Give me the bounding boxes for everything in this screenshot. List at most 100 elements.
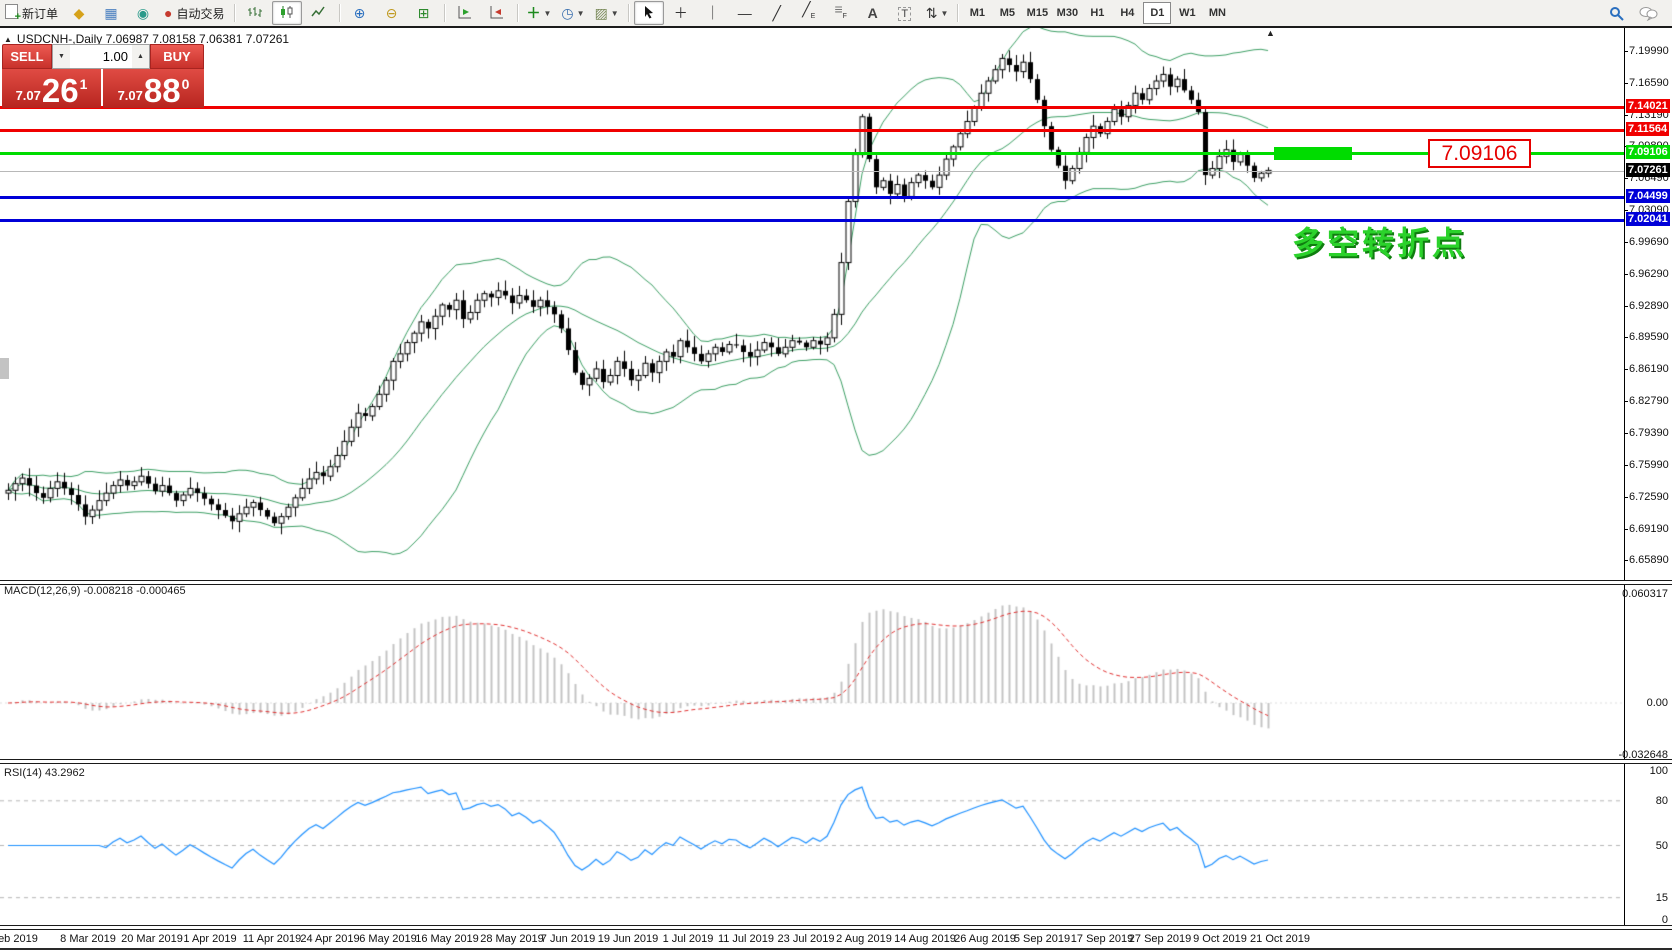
date-axis[interactable]: 6 Feb 20198 Mar 201920 Mar 20191 Apr 201…: [0, 928, 1672, 950]
price-tick-label: 6.99690: [1629, 236, 1669, 248]
one-click-trade-panel: SELL ▼ 1.00 ▲ BUY 7.07 26 1 7.07 88 0: [2, 44, 204, 108]
tile-windows-icon: ⊞: [418, 6, 430, 21]
arrows-icon: ⇅: [926, 6, 938, 21]
tile-windows-button[interactable]: ⊞: [409, 1, 439, 25]
line-chart-button[interactable]: [304, 1, 334, 25]
level-line-7.07261[interactable]: [0, 171, 1624, 172]
new-order-button[interactable]: +新订单: [1, 1, 62, 25]
auto-scroll-button[interactable]: [450, 1, 480, 25]
rsi-tick-label: 0: [1662, 914, 1668, 926]
chart-shift-button[interactable]: [482, 1, 512, 25]
cursor-button[interactable]: [634, 1, 664, 25]
collapse-arrow-icon[interactable]: ▲: [4, 35, 12, 44]
price-tick-label: 7.19990: [1629, 45, 1669, 57]
chevron-down-icon[interactable]: ▼: [611, 9, 619, 18]
price-callout-box[interactable]: 7.09106: [1428, 139, 1531, 168]
price-tick-label: 7.16590: [1629, 77, 1669, 89]
toolbar-separator: [957, 4, 958, 22]
equidistant-channel-button[interactable]: ╱E: [794, 1, 824, 25]
market-watch-button[interactable]: ◆: [64, 1, 94, 25]
auto-trading-label: 自动交易: [176, 5, 224, 22]
macd-canvas[interactable]: [0, 583, 1624, 759]
scroll-to-end-icon[interactable]: ▲: [1266, 28, 1275, 38]
rsi-tick-label: 100: [1650, 765, 1668, 777]
timeframe-m15-button[interactable]: M15: [1023, 2, 1051, 24]
main-toolbar: +新订单◆▦◉●自动交易⊕⊖⊞＋▼◷▼▨▼＋｜—╱╱E≡FAT⇅▼M1M5M15…: [0, 0, 1672, 28]
chevron-down-icon[interactable]: ▼: [544, 9, 552, 18]
price-tick-label: 6.89590: [1629, 331, 1669, 343]
templates-button[interactable]: ▨▼: [591, 1, 623, 25]
trendline-button[interactable]: ╱: [762, 1, 792, 25]
price-tick-label: 6.75990: [1629, 459, 1669, 471]
rsi-label: RSI(14) 43.2962: [4, 767, 85, 779]
date-tick-label: 17 Sep 2019: [1071, 933, 1133, 945]
price-tick-mark: [1625, 369, 1628, 370]
buy-price-display[interactable]: 7.07 88 0: [103, 69, 204, 108]
timeframe-m1-button[interactable]: M1: [963, 2, 991, 24]
text-label-button[interactable]: T: [890, 1, 920, 25]
market-watch-icon: ◆: [74, 6, 85, 21]
level-line-7.14021[interactable]: [0, 106, 1624, 109]
vertical-line-button[interactable]: ｜: [698, 1, 728, 25]
price-tick-mark: [1625, 433, 1628, 434]
chat-button[interactable]: [1633, 1, 1663, 25]
macd-tick-label: 0.060317: [1622, 588, 1668, 600]
rsi-canvas[interactable]: [0, 763, 1624, 925]
sell-button[interactable]: SELL: [2, 44, 52, 69]
bar-chart-button[interactable]: [240, 1, 270, 25]
bar-chart-icon: [247, 5, 262, 22]
zoom-in-button[interactable]: ⊕: [345, 1, 375, 25]
rsi-tick-label: 15: [1656, 892, 1668, 904]
timeframe-d1-button[interactable]: D1: [1143, 2, 1171, 24]
green-rectangle-annotation[interactable]: [1274, 147, 1352, 160]
date-tick-label: 8 Mar 2019: [60, 933, 116, 945]
timeframe-h1-button[interactable]: H1: [1083, 2, 1111, 24]
candlestick-chart-button[interactable]: [272, 1, 302, 25]
timeframe-m5-button[interactable]: M5: [993, 2, 1021, 24]
horizontal-line-button[interactable]: —: [730, 1, 760, 25]
chart-shift-icon: [489, 5, 504, 22]
volume-decrease-button[interactable]: ▼: [53, 45, 70, 68]
level-line-7.11564[interactable]: [0, 129, 1624, 132]
timeframe-mn-button[interactable]: MN: [1203, 2, 1231, 24]
toolbar-separator: [444, 4, 445, 22]
toolbar-separator: [517, 4, 518, 22]
text-button[interactable]: A: [858, 1, 888, 25]
fibonacci-button[interactable]: ≡F: [826, 1, 856, 25]
timeframe-m30-button[interactable]: M30: [1053, 2, 1081, 24]
chevron-down-icon[interactable]: ▼: [940, 9, 948, 18]
timeframe-h4-button[interactable]: H4: [1113, 2, 1141, 24]
search-button[interactable]: [1601, 1, 1631, 25]
price-tick-mark: [1625, 560, 1628, 561]
sell-price-display[interactable]: 7.07 26 1: [2, 69, 101, 108]
arrows-button[interactable]: ⇅▼: [922, 1, 953, 25]
new-order-icon: +: [5, 4, 18, 22]
volume-input[interactable]: 1.00: [70, 45, 132, 68]
volume-increase-button[interactable]: ▲: [132, 45, 149, 68]
price-axis[interactable]: 7.199907.165907.131907.098907.064907.030…: [1624, 28, 1672, 925]
chevron-down-icon[interactable]: ▼: [577, 9, 585, 18]
auto-trading-button[interactable]: ●自动交易: [160, 1, 228, 25]
macd-panel-separator[interactable]: [0, 580, 1672, 585]
price-tick-mark: [1625, 178, 1628, 179]
chart-window[interactable]: 7.199907.165907.131907.098907.064907.030…: [0, 28, 1672, 952]
indicators-button[interactable]: ＋▼: [523, 1, 556, 25]
timeframe-w1-button[interactable]: W1: [1173, 2, 1201, 24]
buy-price-big: 88: [144, 76, 181, 106]
price-tick-mark: [1625, 115, 1628, 116]
rsi-panel-separator[interactable]: [0, 759, 1672, 764]
buy-button[interactable]: BUY: [150, 44, 204, 69]
chinese-annotation[interactable]: 多空转折点: [1292, 218, 1467, 264]
data-window-button[interactable]: ▦: [96, 1, 126, 25]
crosshair-button[interactable]: ＋: [666, 1, 696, 25]
price-tick-mark: [1625, 529, 1628, 530]
horizontal-line-icon: —: [738, 6, 752, 21]
navigator-button[interactable]: ◉: [128, 1, 158, 25]
volume-stepper: ▼ 1.00 ▲: [52, 44, 150, 69]
level-badge-7.11564: 7.11564: [1626, 122, 1669, 136]
price-chart-canvas[interactable]: [0, 28, 1624, 580]
level-line-7.09106[interactable]: [0, 152, 1624, 155]
zoom-out-button[interactable]: ⊖: [377, 1, 407, 25]
periods-button[interactable]: ◷▼: [557, 1, 588, 25]
level-line-7.04499[interactable]: [0, 196, 1624, 199]
